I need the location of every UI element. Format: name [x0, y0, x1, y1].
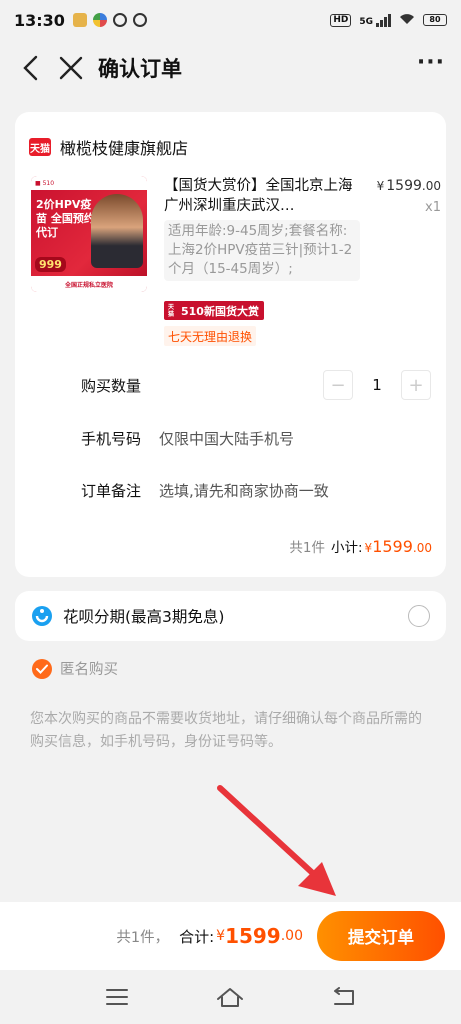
quantity-label: 购买数量	[81, 376, 142, 395]
more-menu-icon[interactable]: ···	[417, 52, 445, 78]
quantity-plus-button[interactable]: +	[401, 370, 431, 400]
product-image-title: 2价HPV疫苗 全国预约代订	[36, 198, 95, 239]
promo-badge-text: 510新国货大赏	[181, 304, 259, 318]
product-sku[interactable]: 适用年龄:9-45周岁;套餐名称:上海2价HPV疫苗三针|预计1-2个月（15-…	[164, 220, 360, 281]
quantity-value[interactable]: 1	[353, 376, 401, 394]
subtotal-count: 共1件	[289, 540, 325, 556]
product-image-header: ■ 510	[31, 176, 147, 190]
quantity-row: 购买数量 − 1 +	[81, 370, 431, 400]
app-icon-4	[132, 13, 147, 27]
status-indicators: HD 5G 80	[330, 13, 447, 28]
app-icon-2	[92, 13, 107, 27]
shop-name[interactable]: 橄榄枝健康旗舰店	[60, 135, 188, 159]
submit-order-button[interactable]: 提交订单	[317, 911, 445, 961]
subtotal-label: 小计:	[330, 540, 363, 556]
system-nav-bar	[0, 970, 461, 1024]
total-decimal: .00	[280, 928, 303, 944]
product-image-person	[91, 194, 143, 268]
huabei-radio[interactable]	[408, 605, 430, 627]
product-price: ¥1599.00	[377, 178, 441, 194]
home-icon[interactable]	[215, 985, 245, 1009]
checkout-bar: 共1件， 合计: ¥ 1599 .00 提交订单	[0, 902, 461, 970]
promo-badge-small: 天猫	[168, 303, 175, 318]
status-app-icons	[72, 13, 147, 27]
subtotal-currency: ¥	[364, 541, 373, 555]
huabei-icon	[31, 605, 53, 627]
phone-row: 手机号码 仅限中国大陆手机号	[81, 428, 431, 449]
shop-row[interactable]: 天猫 橄榄枝健康旗舰店	[15, 112, 446, 164]
signal-icon: 5G	[359, 13, 391, 27]
menu-icon[interactable]	[102, 985, 132, 1009]
page-title: 确认订单	[98, 57, 182, 81]
status-time: 13:30	[14, 10, 65, 30]
back-icon[interactable]	[16, 53, 46, 83]
tmall-logo: 天猫	[29, 138, 51, 156]
subtotal-decimal: .00	[412, 541, 432, 555]
total-count: 共1件，	[116, 929, 170, 946]
product-image-price: 999	[35, 257, 66, 272]
return-policy-tag: 七天无理由退换	[164, 326, 257, 346]
hd-indicator: HD	[330, 13, 352, 27]
price-integer: 1599	[386, 178, 422, 194]
total-label: 合计:	[179, 927, 215, 946]
app-icon-3	[112, 13, 127, 27]
phone-label: 手机号码	[81, 430, 142, 448]
status-bar: 13:30 HD 5G 80	[0, 0, 461, 40]
note-row: 订单备注 选填,请先和商家协商一致	[81, 480, 431, 501]
checkmark-icon[interactable]	[32, 658, 52, 679]
battery-icon: 80	[423, 14, 447, 26]
product-title[interactable]: 【国货大赏价】全国北京上海广州深圳重庆武汉…	[164, 176, 354, 216]
wifi-icon	[399, 13, 415, 28]
total-currency: ¥	[216, 928, 226, 944]
total-integer: 1599	[225, 924, 281, 948]
nav-bar: 确认订单 ···	[0, 40, 461, 96]
product-image[interactable]: ■ 510 2价HPV疫苗 全国预约代订 999 全国正规私立医院	[31, 176, 147, 292]
anonymous-label: 匿名购买	[60, 662, 118, 678]
quantity-minus-button[interactable]: −	[323, 370, 353, 400]
red-arrow-annotation	[217, 785, 336, 896]
subtotal-row: 共1件 小计: ¥ 1599 .00	[289, 536, 432, 556]
network-type: 5G	[359, 16, 373, 27]
product-item[interactable]: ■ 510 2价HPV疫苗 全国预约代订 999 全国正规私立医院 【国货大赏价…	[31, 176, 441, 356]
note-label: 订单备注	[81, 482, 142, 500]
back-nav-icon[interactable]	[329, 985, 359, 1009]
app-icon-1	[72, 13, 87, 27]
note-input[interactable]: 选填,请先和商家协商一致	[159, 480, 329, 501]
order-card: 天猫 橄榄枝健康旗舰店 ■ 510 2价HPV疫苗 全国预约代订 999 全国正…	[15, 112, 446, 577]
purchase-notice: 您本次购买的商品不需要收货地址，请仔细确认每个商品所需的购买信息，如手机号码，身…	[30, 711, 422, 750]
close-icon[interactable]	[56, 53, 86, 83]
product-image-strip: 全国正规私立医院	[31, 276, 147, 292]
huabei-label: 花呗分期(最高3期免息)	[63, 608, 225, 626]
anonymous-purchase-option[interactable]: 匿名购买	[32, 658, 118, 679]
product-quantity: x1	[425, 200, 441, 215]
huabei-option[interactable]: 花呗分期(最高3期免息)	[15, 591, 446, 641]
quantity-stepper: − 1 +	[323, 370, 431, 400]
price-currency: ¥	[376, 179, 385, 193]
promo-badge: 天猫 510新国货大赏	[164, 301, 264, 320]
phone-input[interactable]: 仅限中国大陆手机号	[159, 428, 294, 449]
price-decimal: .00	[421, 179, 441, 193]
subtotal-integer: 1599	[372, 537, 413, 556]
